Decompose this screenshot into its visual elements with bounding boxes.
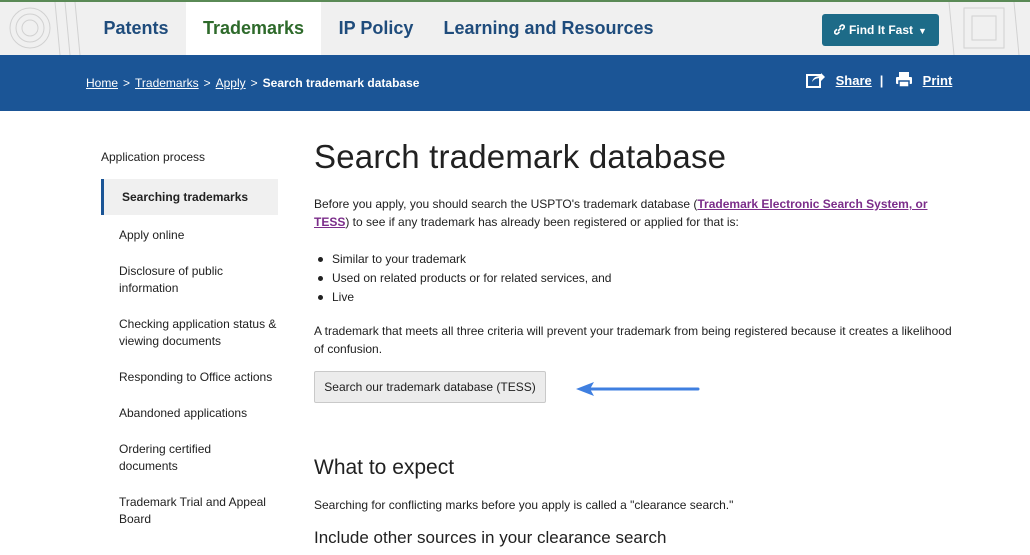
list-item: Similar to your trademark — [314, 250, 611, 269]
share-icon[interactable] — [806, 73, 836, 88]
breadcrumb: Home > Trademarks > Apply > Search trademark d… — [86, 76, 419, 90]
tools-divider: | — [879, 73, 884, 88]
breadcrumb-bar: Home > Trademarks > Apply > Search trademark d… — [0, 55, 1030, 111]
arrow-left-icon — [576, 382, 700, 396]
tab-trademarks[interactable]: Trademarks — [186, 2, 321, 55]
sidebar-item-ttab[interactable]: Trademark Trial and Appeal Board — [101, 494, 278, 528]
find-it-fast-button[interactable]: Find It Fast ▼ — [822, 14, 939, 46]
list-item: Used on related products or for related … — [314, 269, 611, 288]
breadcrumb-separator: > — [203, 76, 211, 90]
breadcrumb-trademarks[interactable]: Trademarks — [135, 76, 199, 90]
sidebar-item-abandoned[interactable]: Abandoned applications — [101, 405, 278, 422]
expect-paragraph: Searching for conflicting marks before y… — [314, 498, 734, 512]
breadcrumb-current: Search trademark database — [262, 76, 420, 90]
find-it-fast-label: Find It Fast — [849, 23, 914, 37]
tab-learning-and-resources[interactable]: Learning and Resources — [431, 2, 666, 55]
page-tools: Share | Print — [806, 71, 952, 88]
sidebar-item-searching-trademarks[interactable]: Searching trademarks — [101, 179, 278, 215]
search-tess-button[interactable]: Search our trademark database (TESS) — [314, 371, 546, 403]
tab-ip-policy[interactable]: IP Policy — [321, 2, 431, 55]
breadcrumb-separator: > — [250, 76, 258, 90]
top-navigation: Patents Trademarks IP Policy Learning an… — [0, 0, 1030, 55]
share-link[interactable]: Share — [836, 73, 872, 88]
sidebar-item-checking-status[interactable]: Checking application status & viewing do… — [101, 316, 278, 350]
list-item: Live — [314, 288, 611, 307]
chevron-down-icon: ▼ — [918, 26, 927, 36]
sidebar-title: Application process — [101, 150, 206, 164]
sidebar-item-disclosure[interactable]: Disclosure of public information — [101, 263, 278, 297]
section-heading-other-sources: Include other sources in your clearance … — [314, 528, 667, 547]
criteria-list: Similar to your trademark Used on relate… — [314, 250, 611, 307]
breadcrumb-apply[interactable]: Apply — [216, 76, 246, 90]
breadcrumb-separator: > — [123, 76, 131, 90]
intro-text-before: Before you apply, you should search the … — [314, 197, 698, 211]
sidebar-item-certified-documents[interactable]: Ordering certified documents — [101, 441, 231, 475]
breadcrumb-home[interactable]: Home — [86, 76, 118, 90]
intro-text-after: ) to see if any trademark has already be… — [345, 215, 739, 229]
sidebar-nav: Searching trademarks Apply online Disclo… — [101, 179, 278, 528]
decorative-pattern-left — [9, 2, 81, 55]
sidebar-item-apply-online[interactable]: Apply online — [101, 227, 278, 244]
section-heading-what-to-expect: What to expect — [314, 456, 455, 479]
intro-paragraph: Before you apply, you should search the … — [314, 195, 954, 231]
tab-patents[interactable]: Patents — [86, 2, 186, 55]
print-icon[interactable] — [891, 72, 922, 88]
criteria-paragraph: A trademark that meets all three criteri… — [314, 324, 952, 356]
link-icon — [833, 14, 846, 46]
print-link[interactable]: Print — [923, 73, 953, 88]
sidebar-item-office-actions[interactable]: Responding to Office actions — [101, 369, 278, 386]
page-title: Search trademark database — [314, 138, 727, 175]
decorative-pattern-right — [948, 2, 1020, 55]
